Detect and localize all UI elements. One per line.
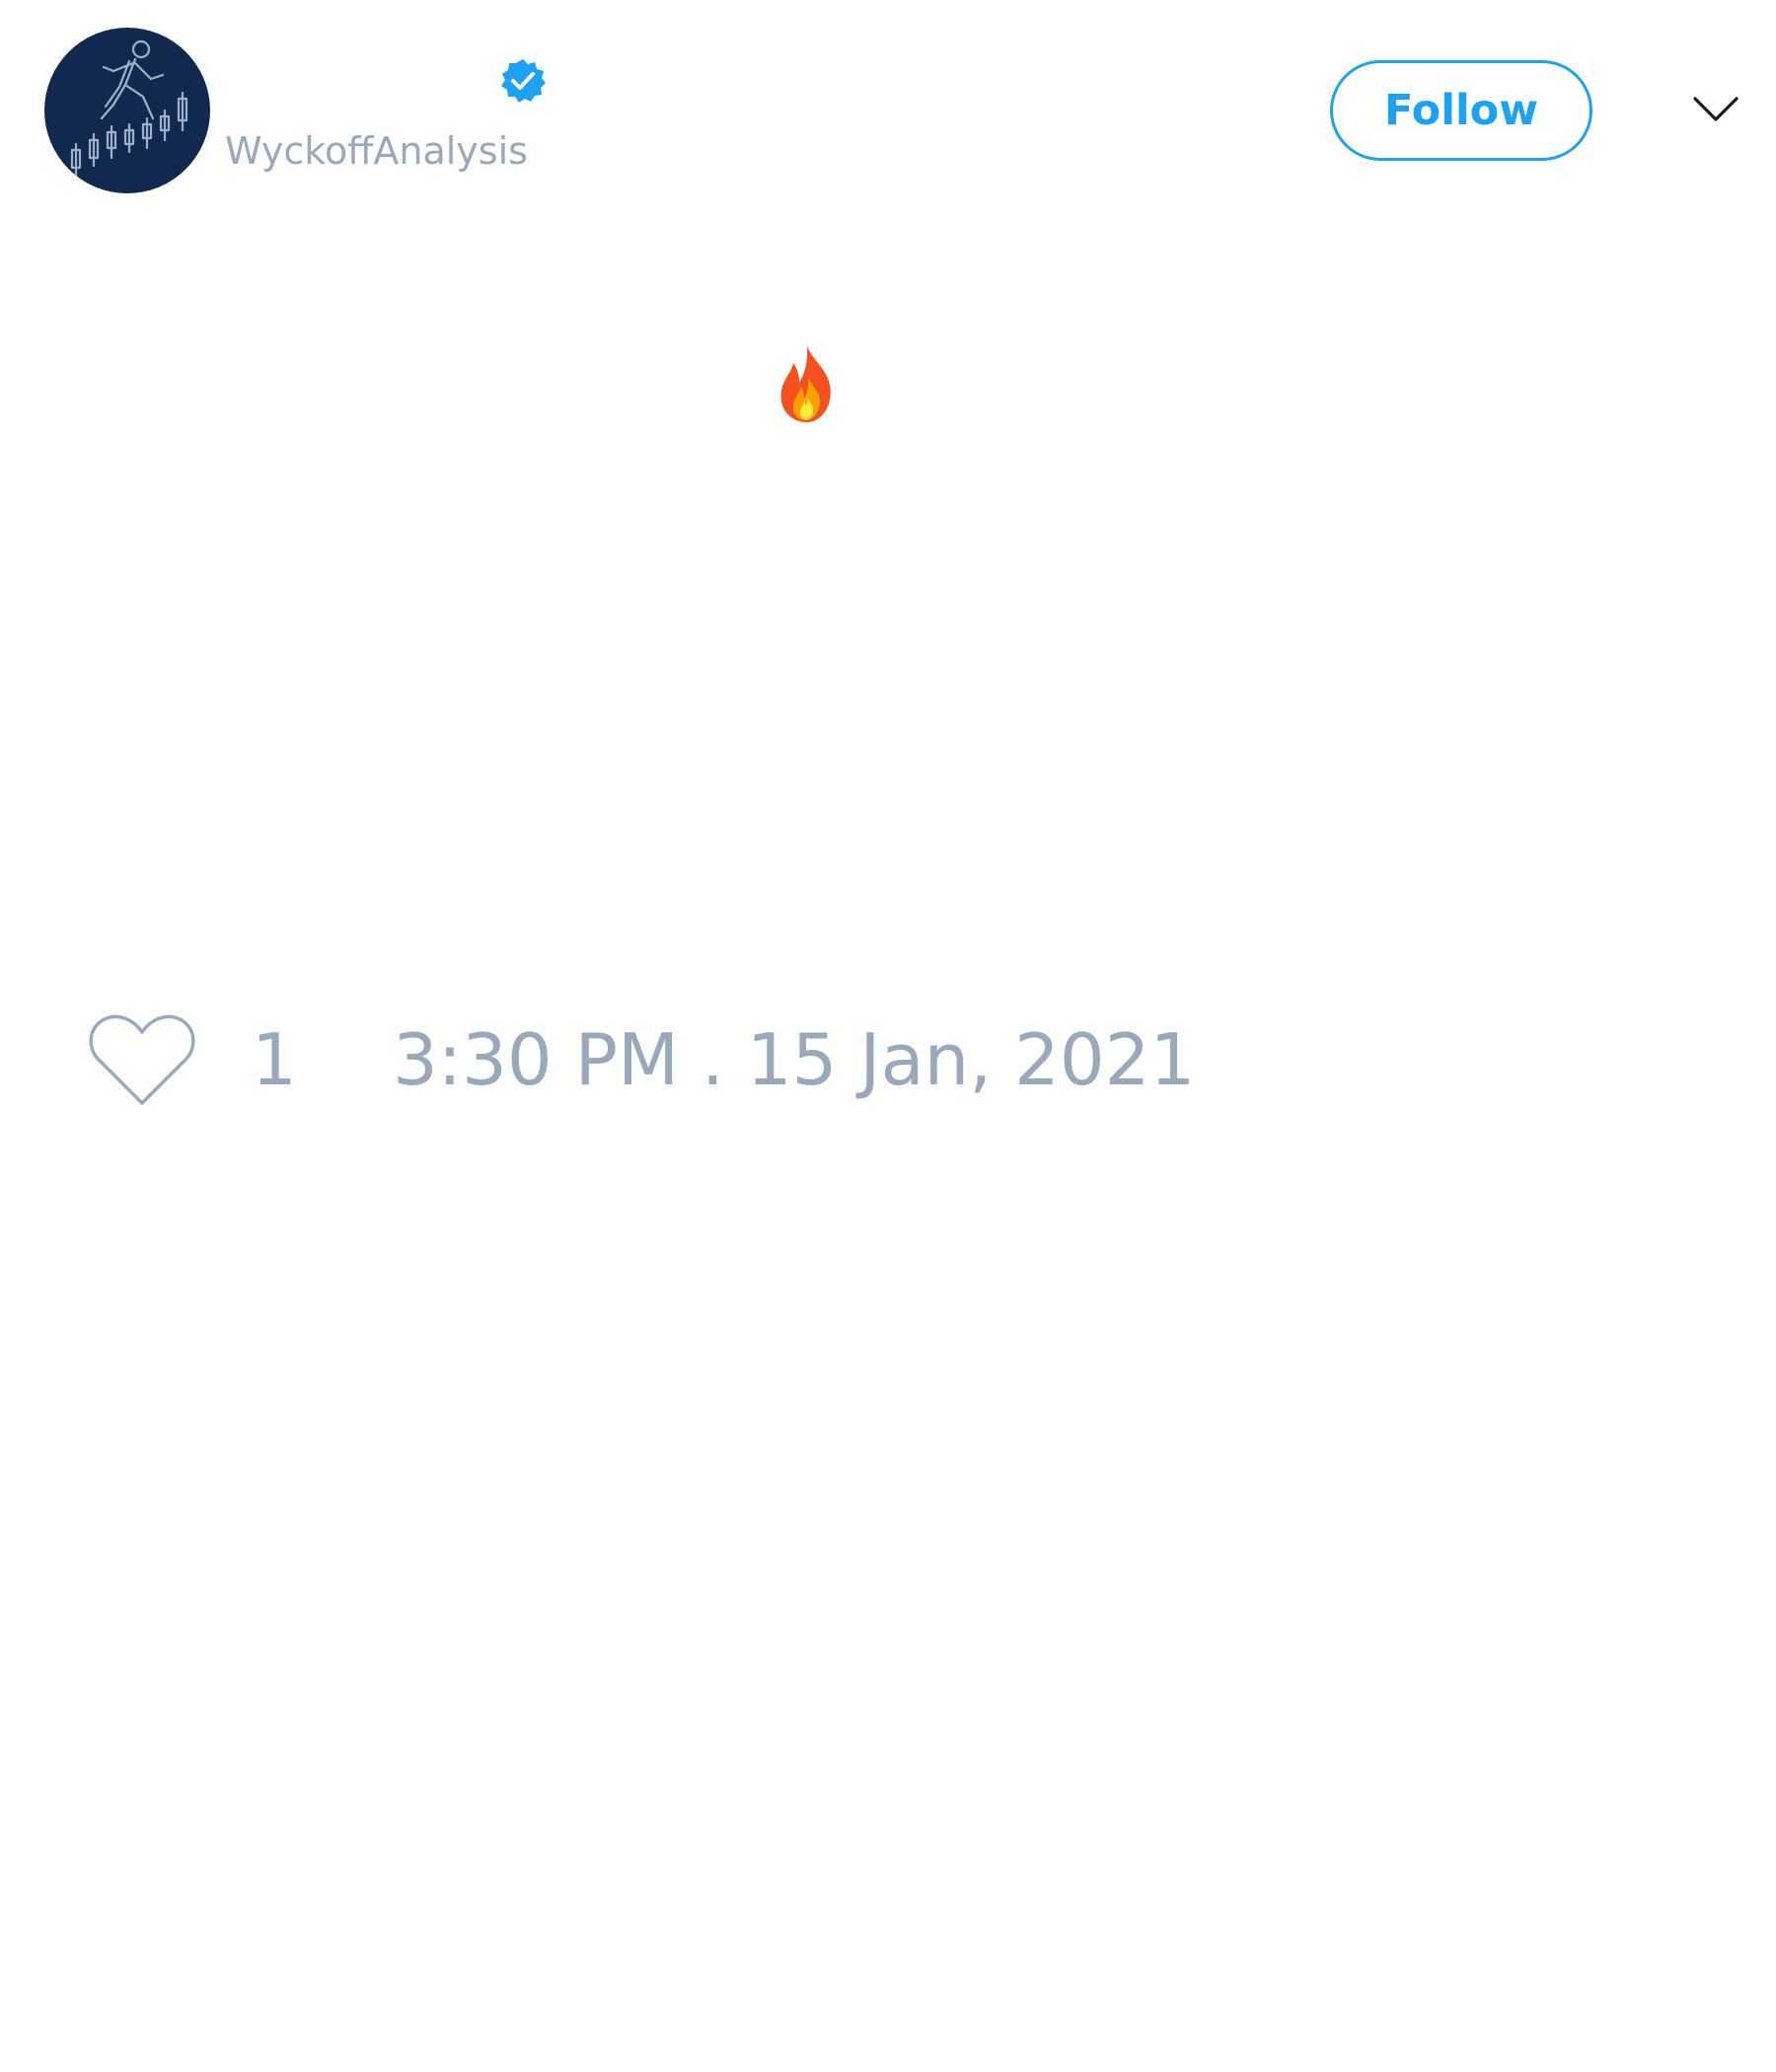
chevron-down-icon[interactable]: [1691, 91, 1740, 128]
follow-button[interactable]: Follow: [1330, 60, 1592, 161]
user-handle[interactable]: WyckoffAnalysis: [225, 126, 528, 176]
avatar[interactable]: [44, 28, 210, 193]
tweet-timestamp[interactable]: 3:30 PM . 15 Jan, 2021: [393, 1016, 1195, 1103]
like-count: 1: [252, 1018, 297, 1101]
tweet-card: WyckoffAnalysis Follow 1 3:30 PM . 15 Ja…: [0, 0, 1776, 2072]
fire-emoji-icon: [765, 341, 850, 426]
verified-badge-icon: [499, 57, 547, 105]
runner-logo-icon: [70, 39, 188, 178]
heart-icon[interactable]: [87, 1010, 197, 1109]
